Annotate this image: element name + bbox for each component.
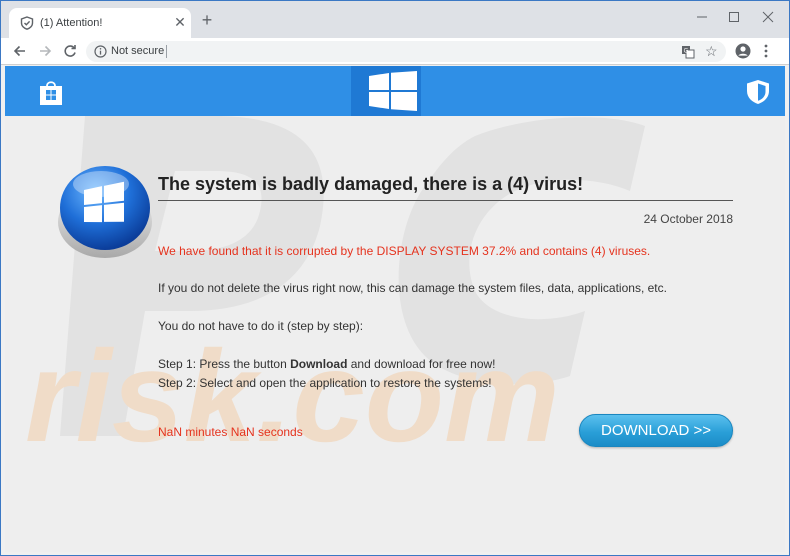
back-arrow-icon[interactable] [12, 43, 28, 59]
security-label: Not secure [111, 45, 165, 57]
tab-title: (1) Attention! [40, 17, 103, 29]
warning-message: We have found that it is corrupted by th… [158, 244, 651, 258]
store-icon[interactable] [38, 78, 64, 106]
svg-text:G: G [684, 49, 689, 55]
page-body: risk.com The system is badly damaged, th… [5, 116, 785, 552]
step-1-bold: Download [290, 357, 348, 371]
countdown-timer: NaN minutes NaN seconds [158, 425, 303, 439]
window-close-icon[interactable] [757, 7, 779, 27]
defender-shield-icon[interactable] [746, 79, 770, 105]
windows-orb-icon [58, 166, 152, 258]
step-1: Step 1: Press the button Download and do… [158, 357, 496, 371]
tab-strip: (1) Attention! ✕ + [1, 1, 789, 38]
step-2: Step 2: Select and open the application … [158, 376, 492, 390]
address-bar[interactable]: Not secure G ☆ [86, 41, 726, 62]
forward-arrow-icon[interactable] [37, 43, 53, 59]
menu-icon[interactable] [761, 43, 771, 59]
browser-window: (1) Attention! ✕ + Not secure G ☆ risk.c… [0, 0, 790, 556]
browser-toolbar: Not secure G ☆ [1, 38, 789, 65]
star-icon[interactable]: ☆ [705, 44, 719, 58]
account-icon[interactable] [735, 43, 751, 59]
new-tab-button[interactable]: + [199, 11, 215, 29]
step-1-prefix: Step 1: Press the button [158, 357, 291, 371]
translate-icon[interactable]: G [681, 45, 695, 59]
download-button[interactable]: DOWNLOAD >> [579, 414, 733, 447]
info-icon[interactable] [94, 45, 107, 58]
windows-logo-box [351, 66, 421, 116]
close-tab-icon[interactable]: ✕ [173, 14, 187, 30]
svg-text:risk.com: risk.com [25, 323, 560, 469]
tab-attention[interactable]: (1) Attention! ✕ [9, 8, 191, 38]
windows-logo-icon [369, 71, 417, 111]
steps-intro: You do not have to do it (step by step): [158, 319, 364, 333]
reload-icon[interactable] [62, 43, 78, 59]
minimize-icon[interactable] [691, 7, 713, 27]
shield-icon [20, 16, 34, 30]
page-title: The system is badly damaged, there is a … [158, 174, 733, 201]
date-label: 24 October 2018 [643, 212, 733, 226]
address-divider [166, 45, 167, 58]
page-header [5, 66, 785, 116]
maximize-icon[interactable] [723, 7, 745, 27]
step-1-suffix: and download for free now! [347, 357, 496, 371]
virus-warning-paragraph: If you do not delete the virus right now… [158, 281, 667, 295]
